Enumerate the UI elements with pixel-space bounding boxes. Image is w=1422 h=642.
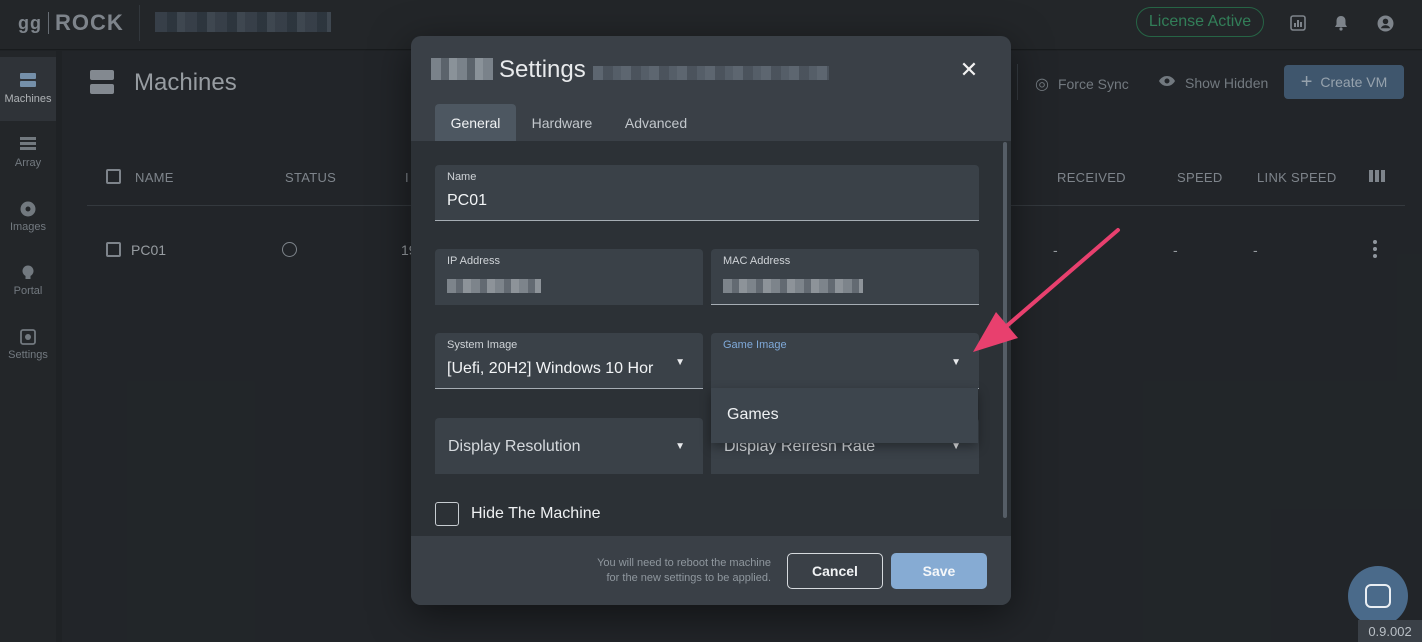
system-image-select[interactable]: System Image [Uefi, 20H2] Windows 10 Hor… (435, 333, 703, 389)
display-resolution-placeholder: Display Resolution (448, 438, 581, 455)
hide-machine-label[interactable]: Hide The Machine (471, 505, 601, 523)
chevron-down-icon: ▼ (675, 441, 685, 452)
ip-address-label: IP Address (447, 255, 500, 267)
save-button[interactable]: Save (891, 553, 987, 589)
settings-dialog: Settings ✕ General Hardware Advanced Nam… (411, 36, 1011, 605)
reboot-note-line1: You will need to reboot the machine (597, 557, 771, 569)
display-resolution-select[interactable]: Display Resolution ▼ (435, 418, 703, 474)
redacted-mac-value (723, 279, 863, 293)
chat-launcher-button[interactable] (1348, 566, 1408, 626)
redacted-machine-name (431, 58, 493, 80)
dialog-title: Settings (499, 56, 586, 83)
name-field[interactable]: Name PC01 (435, 165, 979, 221)
game-image-select[interactable]: Game Image ▼ (711, 333, 979, 389)
chat-icon (1365, 584, 1391, 608)
dropdown-option-games[interactable]: Games (727, 406, 779, 424)
cancel-button[interactable]: Cancel (787, 553, 883, 589)
redacted-ip-value (447, 279, 541, 293)
system-image-label: System Image (447, 339, 518, 351)
name-value: PC01 (447, 192, 488, 209)
mac-address-field[interactable]: MAC Address (711, 249, 979, 305)
close-icon[interactable]: ✕ (959, 58, 979, 82)
name-label: Name (447, 171, 477, 183)
ip-address-field[interactable]: IP Address (435, 249, 703, 305)
reboot-note-line2: for the new settings to be applied. (606, 572, 772, 584)
mac-address-label: MAC Address (723, 255, 791, 267)
annotation-arrow-icon (973, 228, 1120, 352)
tab-hardware[interactable]: Hardware (522, 104, 602, 141)
tab-general[interactable]: General (435, 104, 516, 141)
redacted-title-suffix (593, 66, 829, 80)
version-label: 0.9.002 (1358, 620, 1422, 642)
system-image-value: [Uefi, 20H2] Windows 10 Hor (447, 360, 654, 377)
game-image-label: Game Image (723, 339, 787, 351)
chevron-down-icon: ▼ (675, 357, 685, 368)
tab-advanced[interactable]: Advanced (611, 104, 701, 141)
hide-machine-checkbox[interactable] (435, 502, 459, 526)
game-image-dropdown-menu: Games (711, 388, 978, 443)
reboot-note: You will need to reboot the machine for … (561, 556, 771, 586)
